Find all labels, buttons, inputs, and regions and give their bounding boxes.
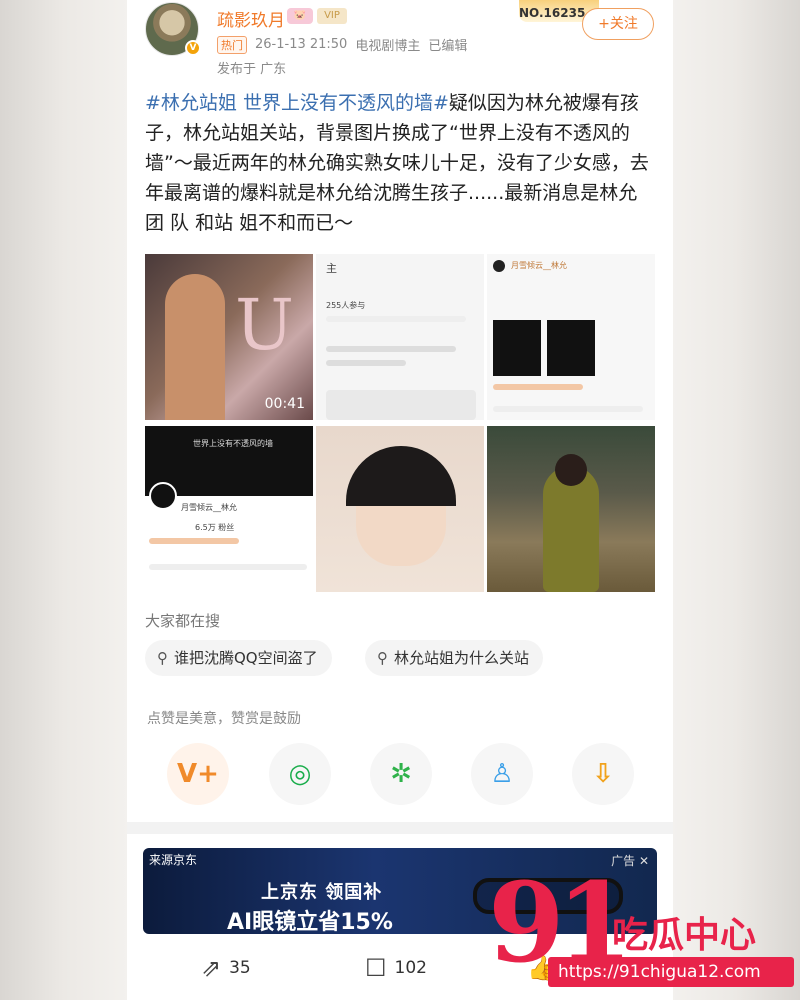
person-figure — [165, 274, 225, 420]
poll-bar — [326, 360, 406, 366]
comment-button[interactable]: ☐ 102 — [365, 954, 427, 982]
ad-subheadline: AI眼镜立省15% — [227, 910, 393, 934]
post-meta: 热门 26-1-13 21:50 电视剧博主 已编辑 — [217, 35, 467, 54]
follow-button[interactable]: +关注 — [582, 8, 654, 40]
background-letters: U — [235, 284, 294, 366]
post-body: #林允站姐 世界上没有不透风的墙#疑似因为林允被爆有孩子，林允站姐关站，背景图片… — [145, 88, 657, 238]
hot-tag: 热门 — [217, 35, 247, 54]
save-image-icon[interactable]: ⇩ — [572, 743, 634, 805]
edited-label: 已编辑 — [428, 39, 468, 54]
user-avatar — [493, 260, 505, 272]
search-icon: ⚲ — [377, 649, 388, 667]
screenshot-user: 月雪倾云__林允 — [511, 261, 567, 270]
moments-icon[interactable]: ✲ — [370, 743, 432, 805]
watermark-url: https://91chigua12.com — [548, 957, 794, 987]
section-divider — [127, 822, 673, 834]
author-role: 电视剧博主 — [355, 39, 421, 54]
fan-number: NO.16235 — [519, 6, 586, 20]
profile-avatar — [149, 482, 177, 510]
screenshot-poll[interactable]: 主 255人参与 — [316, 254, 484, 420]
search-icon: ⚲ — [157, 649, 168, 667]
author-name[interactable]: 疏影玖月 — [217, 6, 285, 31]
thumb-black — [547, 320, 595, 376]
reward-prompt: 点赞是美意，赞赏是鼓励 — [147, 711, 301, 727]
share-button[interactable]: ⇗ 35 — [201, 954, 251, 982]
qq-icon[interactable]: ♙ — [471, 743, 533, 805]
share-count: 35 — [229, 958, 251, 978]
search-chip[interactable]: ⚲ 林允站姐为什么关站 — [365, 640, 544, 676]
poll-bar — [326, 346, 456, 352]
hashtag-link[interactable]: #林允站姐 世界上没有不透风的墙# — [145, 92, 449, 114]
hair — [346, 446, 456, 506]
comment-count: 102 — [394, 958, 427, 978]
profile-caption: 世界上没有不透风的墙 — [193, 439, 273, 448]
weibo-post-card: V 疏影玖月 🐷 VIP 热门 26-1-13 21:50 电视剧博主 已编辑 … — [127, 0, 673, 1000]
profile-fans: 6.5万 粉丝 — [195, 523, 235, 532]
post-location: 发布于 广东 — [217, 62, 287, 77]
tag-bar — [149, 538, 239, 544]
watermark-name: 吃瓜中心 — [612, 915, 757, 956]
tag-bar — [493, 384, 583, 390]
video-thumbnail[interactable]: U 00:41 — [145, 254, 313, 420]
head — [555, 454, 587, 486]
screenshot-post[interactable]: 月雪倾云__林允 — [487, 254, 655, 420]
outdoor-photo[interactable] — [487, 426, 655, 592]
ad-source: 来源京东 — [149, 853, 198, 867]
tab-bar — [149, 564, 307, 570]
search-chip-label: 林允站姐为什么关站 — [394, 649, 530, 667]
share-icon: ⇗ — [201, 954, 222, 982]
search-section-title: 大家都在搜 — [145, 612, 221, 630]
poll-count: 255人参与 — [326, 301, 366, 310]
ad-headline: 上京东 领国补 — [261, 882, 383, 903]
post-timestamp: 26-1-13 21:50 — [255, 37, 348, 52]
video-duration: 00:41 — [264, 396, 305, 412]
poll-bar — [326, 316, 466, 322]
reward-icon[interactable]: V+ — [167, 743, 229, 805]
profile-user: 月雪倾云__林允 — [181, 503, 237, 512]
vip-badge: VIP — [317, 8, 347, 24]
wechat-icon[interactable]: ◎ — [269, 743, 331, 805]
comment-icon: ☐ — [365, 954, 387, 982]
phone-preview — [326, 390, 476, 420]
verified-icon: V — [185, 40, 201, 56]
level-badge: 🐷 — [287, 8, 313, 24]
image-grid: U 00:41 主 255人参与 月雪倾云__林允 世界上没有不透风的墙 月雪倾… — [145, 254, 655, 592]
thumb-black — [493, 320, 541, 376]
poll-header: 主 — [326, 262, 337, 275]
search-chip-label: 谁把沈腾QQ空间盗了 — [174, 649, 318, 667]
search-chip[interactable]: ⚲ 谁把沈腾QQ空间盗了 — [145, 640, 332, 676]
screenshot-profile[interactable]: 世界上没有不透风的墙 月雪倾云__林允 6.5万 粉丝 — [145, 426, 313, 592]
portrait-photo[interactable] — [316, 426, 484, 592]
action-bar — [493, 406, 643, 412]
